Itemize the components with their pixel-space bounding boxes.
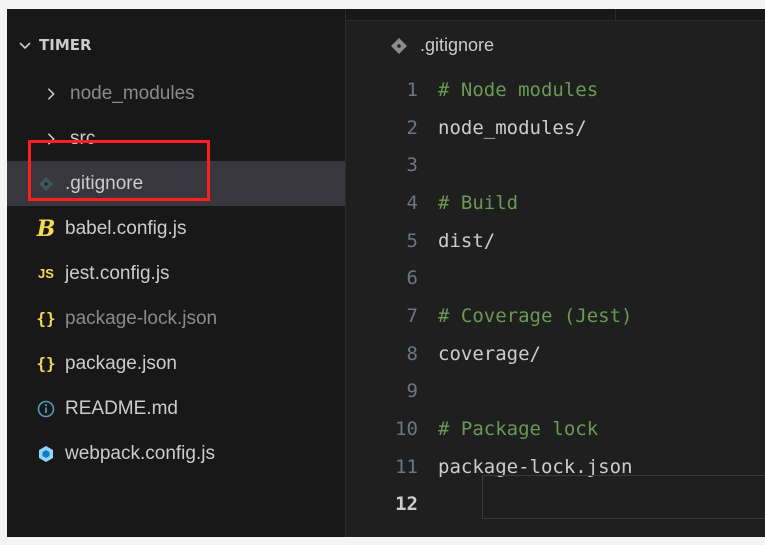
json-icon: {} [36,309,56,328]
line-number: 10 [395,418,418,441]
tree-item-label: babel.config.js [65,217,187,239]
code-text: node_modules/ [438,116,587,139]
code-line[interactable]: 3 [346,146,765,184]
line-number: 8 [406,342,418,365]
code-text: package-lock.json [438,455,633,478]
tree-item-readme[interactable]: README.md [7,386,345,431]
editor-tab-bar [346,9,765,21]
tree-item-label: jest.config.js [65,262,170,284]
line-number: 9 [406,380,418,403]
breadcrumb-file-label: .gitignore [420,35,495,55]
code-line[interactable]: 1 # Node modules [346,71,765,109]
tree-item-label: webpack.config.js [65,442,215,464]
line-number: 5 [406,229,418,252]
tab-separator [615,9,616,20]
chevron-right-icon [40,128,62,150]
tree-item-label: node_modules [70,82,195,104]
tree-item-label: package.json [65,352,177,374]
code-line[interactable]: 7 # Coverage (Jest) [346,297,765,335]
code-line[interactable]: 12 [346,486,765,524]
tree-item-package-lock[interactable]: {} package-lock.json [7,296,345,341]
git-icon [390,37,408,55]
javascript-icon: JS [38,266,54,281]
tree-item-label: package-lock.json [65,307,218,329]
json-icon: {} [36,354,56,373]
chevron-right-icon [40,83,62,105]
line-number: 3 [406,154,418,177]
line-number: 2 [406,116,418,139]
editor-pane[interactable]: .gitignore 1 # Node modules 2 node_modules/… [346,9,765,537]
code-comment: # Package lock [438,418,599,441]
file-tree: node_modules src .gitignore B babel.conf… [7,71,345,476]
explorer-sidebar: TIMER node_modules src .gitignore B babe… [7,9,346,537]
code-line[interactable]: 2 node_modules/ [346,109,765,147]
chevron-down-icon [19,42,31,50]
tree-item-label: .gitignore [65,172,144,194]
code-area[interactable]: 1 # Node modules 2 node_modules/3 4 # Build 5 d… [346,71,765,523]
code-line[interactable]: 8 coverage/ [346,335,765,373]
explorer-root-label: TIMER [39,36,92,54]
tree-item-webpack-config[interactable]: webpack.config.js [7,431,345,476]
tree-item-label: README.md [65,397,178,419]
code-comment: # Build [438,191,519,214]
code-line[interactable]: 4 # Build [346,184,765,222]
tree-item-label: src [70,127,96,149]
explorer-root-header[interactable]: TIMER [17,33,92,57]
code-comment: # Node modules [438,78,599,101]
line-number: 12 [395,493,418,516]
line-number: 7 [406,304,418,327]
tree-item-gitignore[interactable]: .gitignore [7,161,345,206]
code-text: dist/ [438,229,496,252]
line-number: 4 [406,191,418,214]
git-icon [35,173,57,195]
code-text: coverage/ [438,342,541,365]
code-line[interactable]: 5 dist/ [346,222,765,260]
webpack-icon [35,443,57,465]
code-line[interactable]: 11 package-lock.json [346,448,765,486]
code-comment: # Coverage (Jest) [438,304,633,327]
tree-item-node-modules[interactable]: node_modules [7,71,345,116]
tree-item-package-json[interactable]: {} package.json [7,341,345,386]
line-number: 6 [406,267,418,290]
breadcrumb[interactable]: .gitignore [390,35,494,56]
line-number: 11 [395,455,418,478]
code-line[interactable]: 10 # Package lock [346,410,765,448]
tree-item-babel-config[interactable]: B babel.config.js [7,206,345,251]
babel-icon: B [36,215,56,242]
line-number: 1 [406,78,418,101]
code-line[interactable]: 6 [346,259,765,297]
vscode-window: TIMER node_modules src .gitignore B babe… [7,9,765,537]
tree-item-src[interactable]: src [7,116,345,161]
tree-item-jest-config[interactable]: JS jest.config.js [7,251,345,296]
info-icon [35,398,57,420]
code-line[interactable]: 9 [346,373,765,411]
